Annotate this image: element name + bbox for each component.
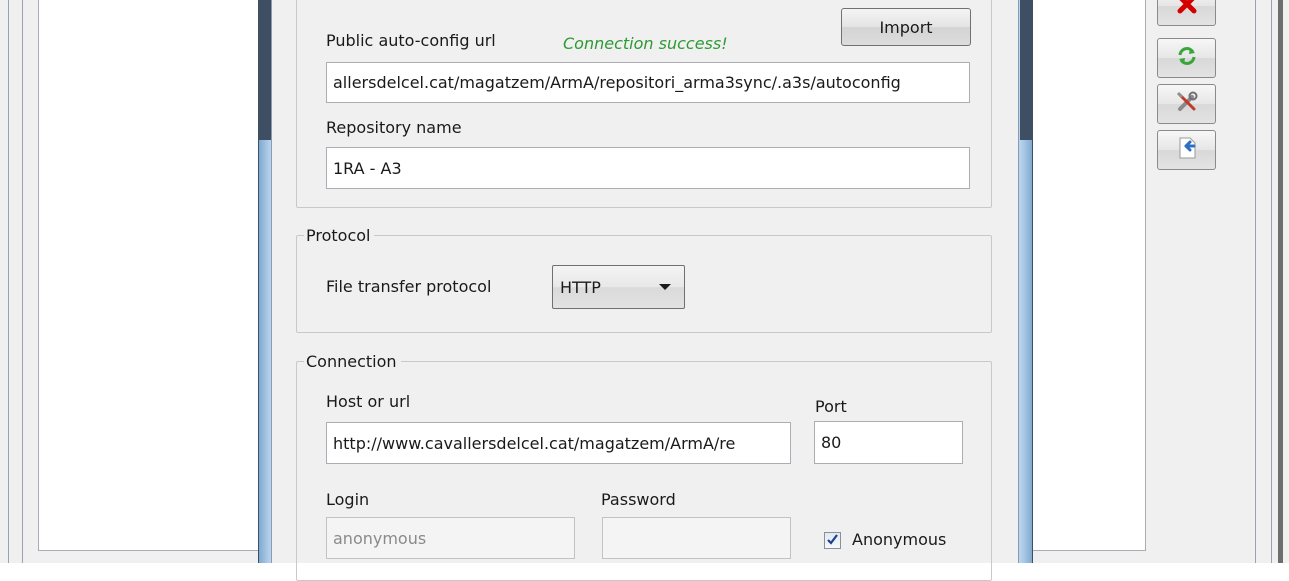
refresh-icon xyxy=(1177,46,1197,70)
delete-icon xyxy=(1176,0,1198,19)
password-label: Password xyxy=(601,490,676,509)
connection-legend: Connection xyxy=(304,352,401,371)
password-input[interactable] xyxy=(602,517,791,559)
port-input[interactable]: 80 xyxy=(814,421,963,464)
file-transfer-protocol-label: File transfer protocol xyxy=(326,277,492,296)
connection-status: Connection success! xyxy=(563,34,728,53)
background-frame-line xyxy=(22,0,23,563)
dialog-frame-edge xyxy=(258,0,271,140)
host-input[interactable]: http://www.cavallersdelcel.cat/magatzem/… xyxy=(326,422,791,464)
host-label: Host or url xyxy=(326,392,411,411)
chevron-down-icon xyxy=(659,284,671,290)
repository-name-input[interactable]: 1RA - A3 xyxy=(326,147,970,189)
settings-button[interactable] xyxy=(1157,84,1216,124)
export-button[interactable] xyxy=(1157,130,1216,170)
autoconfig-url-input[interactable]: allersdelcel.cat/magatzem/ArmA/repositor… xyxy=(326,62,970,103)
delete-button[interactable] xyxy=(1157,0,1216,26)
background-list-panel xyxy=(38,0,268,551)
refresh-button[interactable] xyxy=(1157,38,1216,78)
background-scroll-edge xyxy=(1278,0,1283,563)
tools-icon xyxy=(1175,90,1199,118)
background-list-panel-right xyxy=(1020,0,1146,551)
import-button[interactable]: Import xyxy=(841,8,971,46)
login-label: Login xyxy=(326,490,370,509)
login-input[interactable]: anonymous xyxy=(326,517,575,559)
protocol-select[interactable]: HTTP xyxy=(552,265,685,309)
protocol-select-value: HTTP xyxy=(560,277,601,297)
background-frame-line xyxy=(8,0,9,563)
anonymous-label[interactable]: Anonymous xyxy=(852,530,946,549)
dialog-frame-edge xyxy=(1020,0,1033,140)
port-label: Port xyxy=(815,397,847,416)
background-frame-line xyxy=(1271,0,1272,563)
repository-name-label: Repository name xyxy=(326,118,462,137)
autoconfig-url-label: Public auto-config url xyxy=(326,31,496,50)
export-icon xyxy=(1176,136,1198,164)
background-frame-line xyxy=(1255,0,1256,563)
checkmark-icon xyxy=(826,531,839,550)
protocol-legend: Protocol xyxy=(304,226,375,245)
anonymous-checkbox[interactable] xyxy=(824,532,841,549)
